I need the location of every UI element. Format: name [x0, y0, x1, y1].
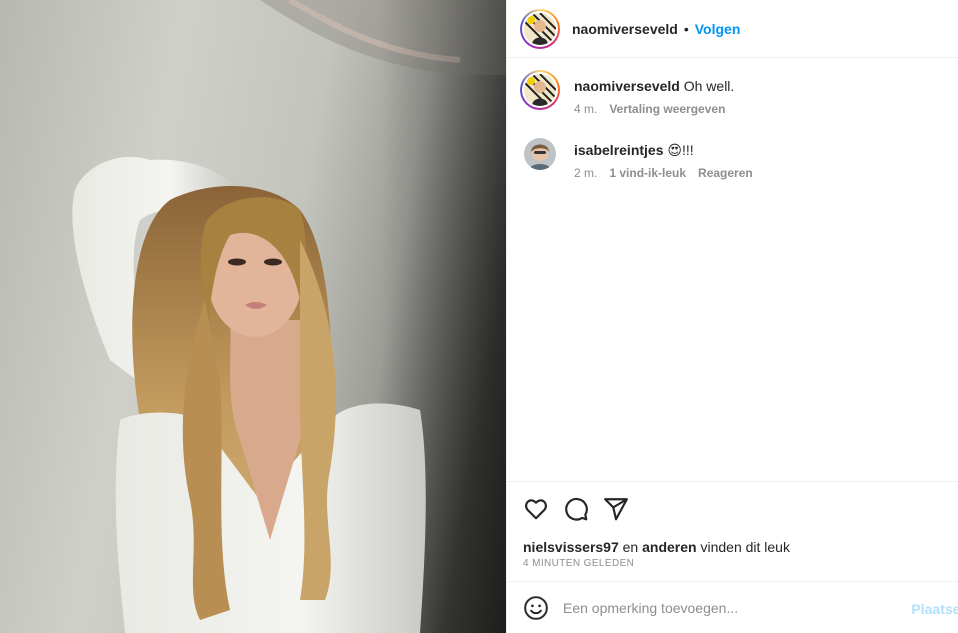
likes-summary: nielsvissers97 en anderen vinden dit leu… [523, 539, 790, 555]
comment-text: Oh well. [683, 78, 735, 94]
comment-time[interactable]: 4 m. [574, 102, 597, 116]
comment-text-line: naomiverseveld Oh well. [574, 70, 734, 96]
likes-connector: en [622, 539, 639, 555]
comment-text-line: isabelreintjes 😍!!! [574, 134, 753, 160]
avatar-picture-icon [524, 138, 556, 170]
comment-likes-count[interactable]: 1 vind-ik-leuk [609, 166, 686, 180]
author-avatar[interactable] [520, 8, 560, 49]
likes-suffix: vinden dit leuk [700, 539, 790, 555]
separator-dot: • [683, 20, 689, 37]
post-photo[interactable] [0, 0, 506, 633]
add-comment-bar: Plaatsen [507, 581, 958, 633]
comment-avatar[interactable] [520, 70, 560, 110]
post-comment-button[interactable]: Plaatsen [911, 601, 958, 617]
action-icons [523, 496, 629, 522]
comment-time[interactable]: 2 m. [574, 166, 597, 180]
post-photo-illustration [72, 0, 506, 633]
comment: isabelreintjes 😍!!! 2 m. 1 vind-ik-leuk … [507, 134, 958, 180]
heart-icon[interactable] [523, 496, 549, 522]
avatar-picture-icon [524, 12, 556, 45]
liker-username[interactable]: nielsvissers97 [523, 539, 619, 555]
post-side-panel: naomiverseveld • Volgen naomiverseveld O… [506, 0, 958, 633]
emoji-icon[interactable] [523, 595, 549, 621]
comment-username[interactable]: isabelreintjes [574, 142, 664, 158]
comment-avatar[interactable] [524, 138, 556, 170]
comment-text: 😍!!! [667, 142, 694, 158]
follow-button[interactable]: Volgen [695, 21, 741, 37]
comment-list: naomiverseveld Oh well. 4 m. Vertaling w… [507, 58, 958, 180]
share-icon[interactable] [603, 496, 629, 522]
avatar-picture-icon [524, 74, 556, 106]
likes-others-link[interactable]: anderen [642, 539, 696, 555]
translate-button[interactable]: Vertaling weergeven [609, 102, 725, 116]
post-timestamp[interactable]: 4 MINUTEN GELEDEN [523, 558, 634, 569]
post-actions-section: nielsvissers97 en anderen vinden dit leu… [507, 481, 958, 581]
comment-username[interactable]: naomiverseveld [574, 78, 680, 94]
caption-comment: naomiverseveld Oh well. 4 m. Vertaling w… [507, 70, 958, 116]
author-username[interactable]: naomiverseveld [572, 21, 678, 37]
post-dialog: naomiverseveld • Volgen naomiverseveld O… [0, 0, 958, 633]
post-header: naomiverseveld • Volgen [507, 0, 958, 58]
comment-icon[interactable] [563, 496, 589, 522]
comment-meta: 2 m. 1 vind-ik-leuk Reageren [574, 166, 753, 180]
comment-meta: 4 m. Vertaling weergeven [574, 102, 734, 116]
reply-button[interactable]: Reageren [698, 166, 753, 180]
comment-input[interactable] [563, 599, 923, 616]
